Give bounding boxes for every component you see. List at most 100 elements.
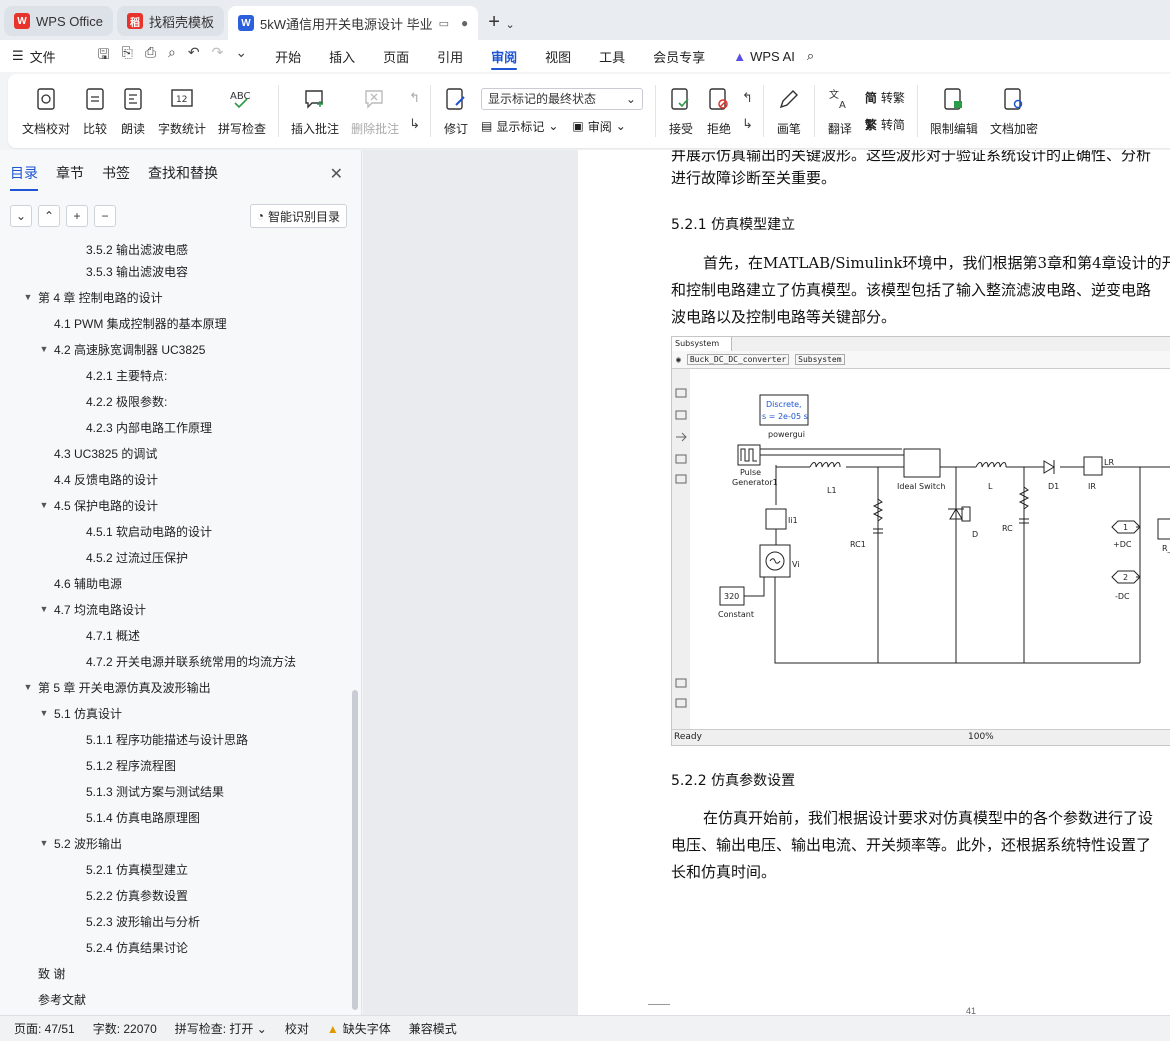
toc-item[interactable]: 4.2.1 主要特点: <box>0 362 350 388</box>
toc-item[interactable]: 4.1 PWM 集成控制器的基本原理 <box>0 310 350 336</box>
toc-item[interactable]: ▼ 第 4 章 控制电路的设计 <box>0 284 350 310</box>
compare-button[interactable]: 比较 <box>82 86 108 137</box>
spell-check-toggle[interactable]: 拼写检查: 打开 ⌄ <box>175 1020 267 1037</box>
toc-item[interactable]: 致 谢 <box>0 960 350 986</box>
toc-item[interactable]: ▼ 4.2 高速脉宽调制器 UC3825 <box>0 336 350 362</box>
menu-review[interactable]: 审阅 <box>491 40 518 72</box>
menu-home[interactable]: 开始 <box>275 40 301 72</box>
toc-item[interactable]: 5.2.4 仿真结果讨论 <box>0 934 350 960</box>
next-change-icon[interactable]: ↳ <box>742 116 753 132</box>
caret-down-icon[interactable]: ▼ <box>38 708 50 718</box>
collapse-up-button[interactable]: ⌃ <box>38 205 60 227</box>
tab-wps-office[interactable]: W WPS Office <box>4 6 113 36</box>
word-count-indicator[interactable]: 字数: 22070 <box>93 1020 157 1037</box>
caret-down-icon[interactable]: ▼ <box>38 604 50 614</box>
prev-comment-icon[interactable]: ↰ <box>409 90 420 106</box>
missing-font-button[interactable]: ▲ 缺失字体 <box>327 1020 391 1037</box>
accept-button[interactable]: 接受 <box>668 86 694 137</box>
tab-template[interactable]: 稻 找稻壳模板 <box>116 6 224 36</box>
tab-toc[interactable]: 目录 <box>10 163 38 191</box>
caret-down-icon[interactable]: ▼ <box>22 682 34 692</box>
print-preview-icon[interactable]: ⌕ <box>168 44 176 68</box>
toc-item[interactable]: ▼ 4.5 保护电路的设计 <box>0 492 350 518</box>
export-icon[interactable]: ⎘ <box>122 44 133 68</box>
toc-item[interactable]: 5.1.1 程序功能描述与设计思路 <box>0 726 350 752</box>
toc-item[interactable]: 5.2.2 仿真参数设置 <box>0 882 350 908</box>
proof-button[interactable]: 校对 <box>285 1020 309 1037</box>
print-icon[interactable]: ⎙ <box>145 44 156 68</box>
expand-down-button[interactable]: ⌄ <box>10 205 32 227</box>
to-traditional-button[interactable]: 简转繁 <box>865 89 905 106</box>
toc-item[interactable]: 4.2.2 极限参数: <box>0 388 350 414</box>
toc-item[interactable]: 5.1.2 程序流程图 <box>0 752 350 778</box>
page-indicator[interactable]: 页面: 47/51 <box>14 1020 75 1037</box>
show-markup-button[interactable]: ▤ 显示标记 ⌄ <box>481 118 558 135</box>
toc-item[interactable]: 4.3 UC3825 的调试 <box>0 440 350 466</box>
toc-item[interactable]: 5.2.1 仿真模型建立 <box>0 856 350 882</box>
reject-button[interactable]: 拒绝 <box>706 86 732 137</box>
next-comment-icon[interactable]: ↳ <box>409 116 420 132</box>
menu-reference[interactable]: 引用 <box>437 40 463 72</box>
review-pane-button[interactable]: ▣ 审阅 ⌄ <box>572 118 625 135</box>
chevron-down-icon[interactable]: ⌄ <box>506 19 515 31</box>
remove-heading-button[interactable]: − <box>94 205 116 227</box>
toc-item[interactable]: 4.7.1 概述 <box>0 622 350 648</box>
revise-button[interactable]: 修订 <box>443 86 469 137</box>
save-icon[interactable]: 🖫 <box>98 44 110 68</box>
toc-item[interactable]: ▼ 第 5 章 开关电源仿真及波形输出 <box>0 674 350 700</box>
smart-toc-button[interactable]: ◔ 智能识别目录 <box>249 204 347 228</box>
delete-comment-button[interactable]: 删除批注 <box>351 86 399 137</box>
document-page[interactable]: 并展示仿真输出的关键波形。这些波形对于验证系统设计的正确性、分析 进行故障诊断至… <box>578 150 1170 1015</box>
spell-check-button[interactable]: ABC 拼写检查 <box>218 86 266 137</box>
toc-item[interactable]: 3.5.3 输出滤波电容 <box>0 258 350 284</box>
toc-item[interactable]: 5.1.3 测试方案与测试结果 <box>0 778 350 804</box>
read-aloud-button[interactable]: 朗读 <box>120 86 146 137</box>
tab-chapters[interactable]: 章节 <box>56 163 84 183</box>
menu-insert[interactable]: 插入 <box>329 40 355 72</box>
toc-item[interactable]: 4.5.1 软启动电路的设计 <box>0 518 350 544</box>
file-menu[interactable]: ☰ 文件 <box>12 40 56 72</box>
toc-item[interactable]: 4.6 辅助电源 <box>0 570 350 596</box>
caret-down-icon[interactable]: ▼ <box>22 292 34 302</box>
toc-item[interactable]: ▼ 4.7 均流电路设计 <box>0 596 350 622</box>
toc-item[interactable]: 5.2.3 波形输出与分析 <box>0 908 350 934</box>
more-icon[interactable]: ⌄ <box>235 44 247 68</box>
menu-view[interactable]: 视图 <box>545 40 571 72</box>
encrypt-button[interactable]: 文档加密 <box>990 86 1038 137</box>
to-simplified-button[interactable]: 繁转简 <box>865 116 905 133</box>
toc-item[interactable]: 4.2.3 内部电路工作原理 <box>0 414 350 440</box>
tab-bookmarks[interactable]: 书签 <box>102 163 130 183</box>
search-icon[interactable]: ⌕ <box>807 40 814 72</box>
undo-icon[interactable]: ↶ <box>188 44 200 68</box>
add-heading-button[interactable]: + <box>66 205 88 227</box>
unsaved-dot-icon[interactable]: ● <box>461 16 468 30</box>
new-tab-button[interactable]: + ⌄ <box>482 11 520 34</box>
toc-item[interactable]: 4.7.2 开关电源并联系统常用的均流方法 <box>0 648 350 674</box>
caret-down-icon[interactable]: ▼ <box>38 344 50 354</box>
redo-icon[interactable]: ↷ <box>212 44 224 68</box>
menu-member[interactable]: 会员专享 <box>653 40 705 72</box>
tab-find-replace[interactable]: 查找和替换 <box>148 163 218 183</box>
prev-change-icon[interactable]: ↰ <box>742 90 753 106</box>
word-count-button[interactable]: 12 字数统计 <box>158 86 206 137</box>
pen-button[interactable]: 画笔 <box>776 86 802 137</box>
menu-tools[interactable]: 工具 <box>599 40 625 72</box>
tab-document[interactable]: W 5kW通信用开关电源设计 毕业 ▭ ● <box>227 6 479 40</box>
toc-item[interactable]: 参考文献 <box>0 986 350 1012</box>
wps-ai-button[interactable]: ▲ WPS AI <box>733 40 795 72</box>
menu-page[interactable]: 页面 <box>383 40 409 72</box>
translate-button[interactable]: 文A 翻译 <box>827 86 853 137</box>
toc-item[interactable]: 4.4 反馈电路的设计 <box>0 466 350 492</box>
restrict-edit-button[interactable]: 限制编辑 <box>930 86 978 137</box>
insert-comment-button[interactable]: 插入批注 <box>291 86 339 137</box>
caret-down-icon[interactable]: ▼ <box>38 500 50 510</box>
toc-item[interactable]: ▼ 5.2 波形输出 <box>0 830 350 856</box>
toc-item[interactable]: 3.5.2 输出滤波电感 <box>0 240 350 258</box>
toc-item[interactable]: 4.5.2 过流过压保护 <box>0 544 350 570</box>
markup-mode-select[interactable]: 显示标记的最终状态 ⌄ <box>480 87 643 110</box>
close-icon[interactable]: ✕ <box>330 164 343 184</box>
caret-down-icon[interactable]: ▼ <box>38 838 50 848</box>
toc-item[interactable]: ▼ 5.1 仿真设计 <box>0 700 350 726</box>
toc-item[interactable]: 5.1.4 仿真电路原理图 <box>0 804 350 830</box>
doc-check-button[interactable]: 文档校对 <box>22 86 70 137</box>
